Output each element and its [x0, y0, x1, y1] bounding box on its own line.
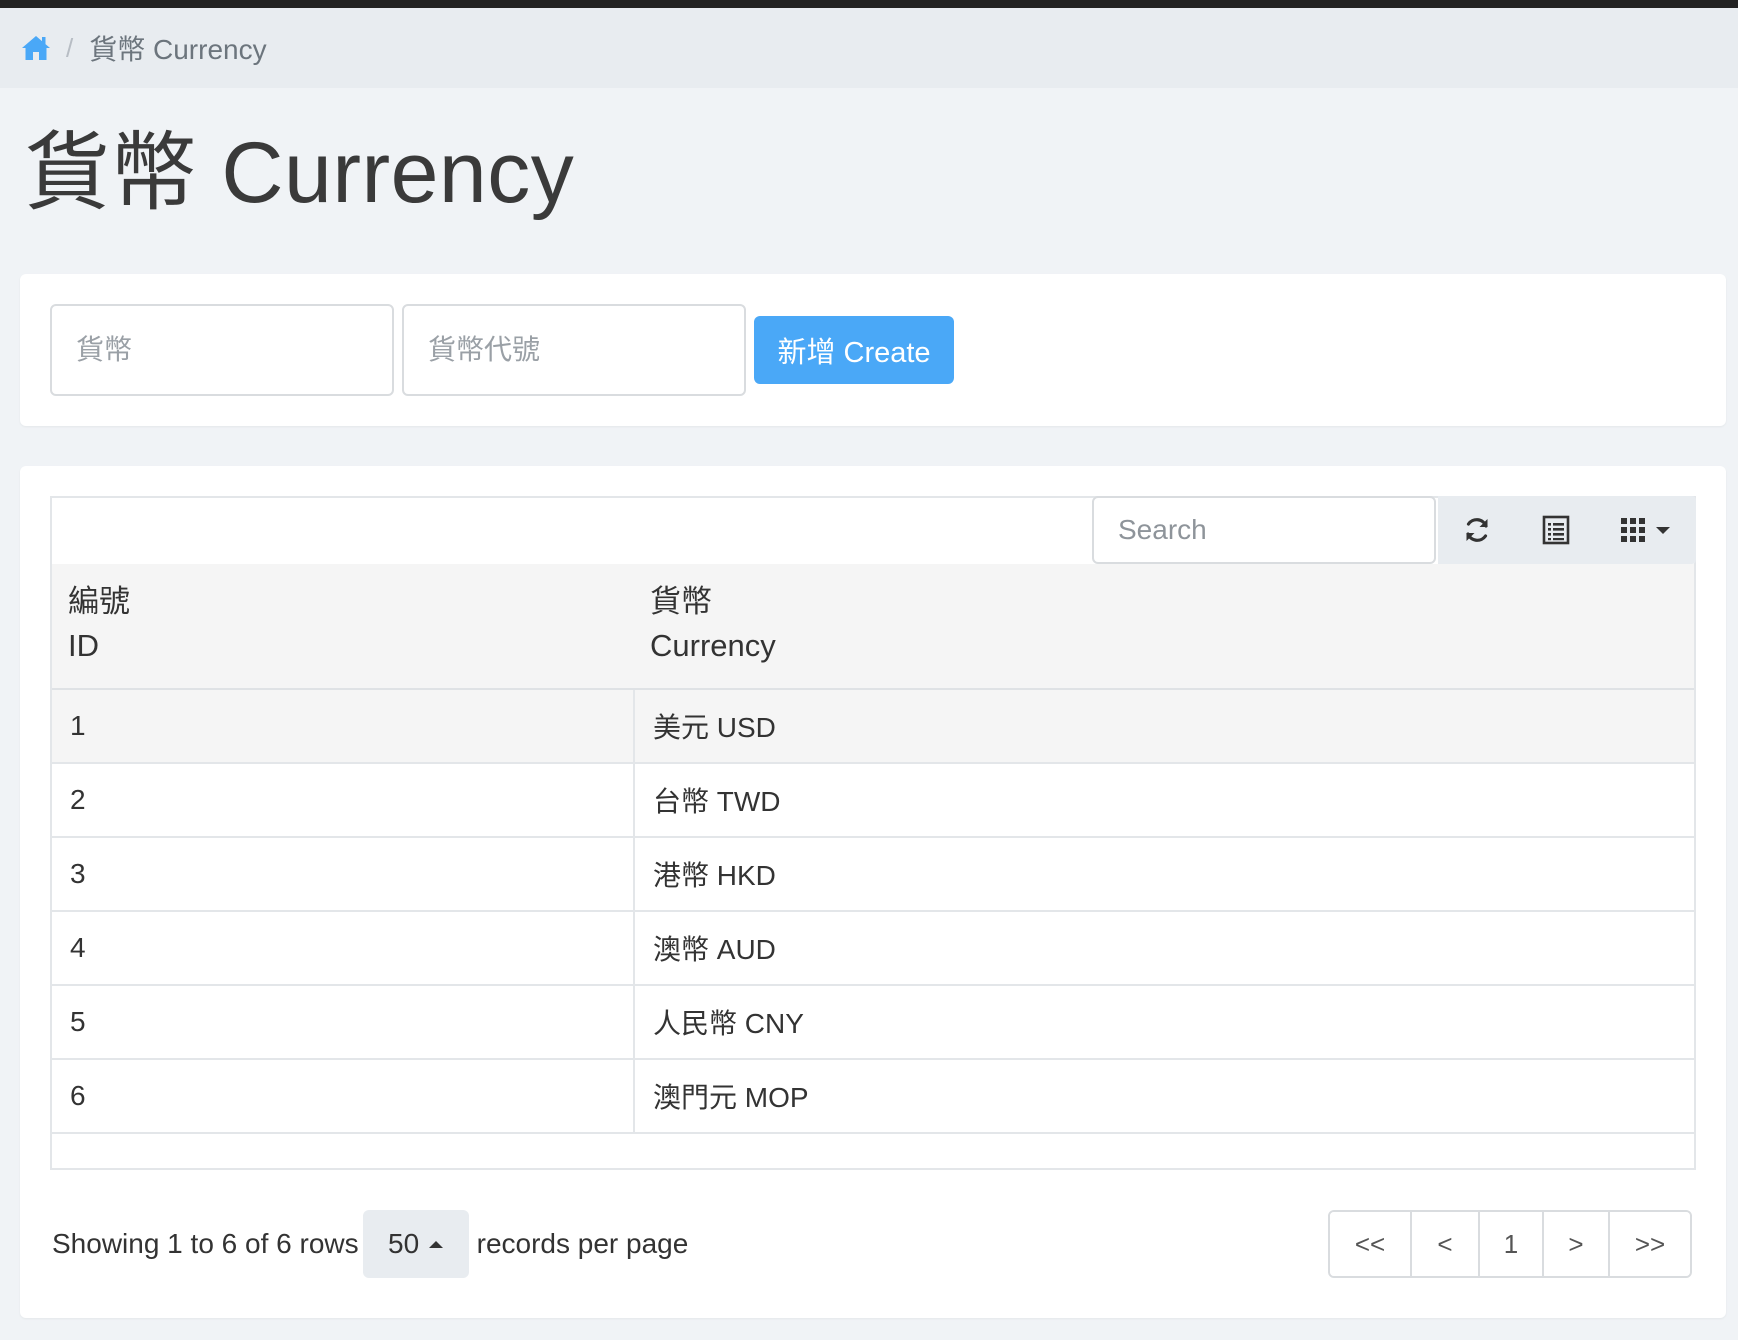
header-currency-zh: 貨幣 — [650, 584, 712, 619]
header-currency-en: Currency — [650, 628, 776, 663]
create-form-card: 新增 Create — [20, 274, 1726, 426]
page-title: 貨幣 Currency — [24, 125, 575, 221]
caret-up-icon — [429, 1240, 444, 1248]
cell-id: 5 — [52, 985, 635, 1060]
create-button[interactable]: 新增 Create — [754, 316, 954, 384]
page-1-button[interactable]: 1 — [1480, 1212, 1544, 1276]
table-row[interactable]: 4 澳幣 AUD — [52, 911, 1694, 986]
header-id-zh: 編號 — [68, 584, 130, 619]
showing-rows-text: Showing 1 to 6 of 6 rows — [52, 1228, 359, 1259]
home-icon[interactable] — [20, 32, 52, 64]
last-page-button[interactable]: >> — [1610, 1212, 1690, 1276]
currency-code-input[interactable] — [402, 304, 746, 396]
page-size-dropdown[interactable]: 50 — [362, 1210, 469, 1278]
page-size-value: 50 — [388, 1228, 420, 1259]
table-row[interactable]: 3 港幣 HKD — [52, 837, 1694, 912]
cell-id: 3 — [52, 837, 635, 912]
refresh-icon — [1466, 518, 1488, 542]
table-row[interactable]: 1 美元 USD — [52, 689, 1694, 764]
list-view-button[interactable] — [1516, 496, 1596, 564]
cell-currency: 港幣 HKD — [634, 837, 1694, 912]
cell-currency: 人民幣 CNY — [634, 985, 1694, 1060]
column-header-id[interactable]: 編號 ID — [52, 564, 634, 690]
first-page-button[interactable]: << — [1330, 1212, 1412, 1276]
cell-id: 1 — [52, 689, 635, 764]
search-input[interactable] — [1092, 496, 1436, 564]
records-per-page-label: records per page — [476, 1228, 689, 1259]
currency-input[interactable] — [50, 304, 394, 396]
table-row[interactable]: 5 人民幣 CNY — [52, 985, 1694, 1060]
table-row[interactable]: 6 澳門元 MOP — [52, 1059, 1694, 1134]
list-view-icon — [1542, 515, 1570, 545]
prev-page-button[interactable]: < — [1412, 1212, 1480, 1276]
cell-id: 6 — [52, 1059, 635, 1134]
header-id-en: ID — [68, 628, 99, 663]
cell-currency: 台幣 TWD — [634, 763, 1694, 838]
cell-currency: 美元 USD — [634, 689, 1694, 764]
pagination-info: Showing 1 to 6 of 6 rows 50 records per … — [52, 1210, 688, 1278]
breadcrumb: / 貨幣 Currency — [0, 8, 1738, 88]
currency-table: 編號 ID 貨幣 Currency 1 美元 USD 2 台幣 TWD 3 港幣… — [52, 564, 1694, 1134]
table-toolbar — [1438, 496, 1696, 564]
columns-button[interactable] — [1596, 496, 1696, 564]
breadcrumb-separator: / — [66, 32, 74, 63]
column-header-currency[interactable]: 貨幣 Currency — [634, 564, 1694, 690]
cell-id: 2 — [52, 763, 635, 838]
pagination: << < 1 > >> — [1328, 1210, 1692, 1278]
table-header-row: 編號 ID 貨幣 Currency — [52, 564, 1694, 690]
cell-id: 4 — [52, 911, 635, 986]
table-card: 編號 ID 貨幣 Currency 1 美元 USD 2 台幣 TWD 3 港幣… — [20, 466, 1726, 1318]
caret-down-icon — [1656, 527, 1670, 534]
breadcrumb-current: 貨幣 Currency — [89, 34, 267, 65]
cell-currency: 澳幣 AUD — [634, 911, 1694, 986]
top-bar — [0, 0, 1738, 8]
columns-icon — [1621, 518, 1645, 542]
refresh-button[interactable] — [1438, 496, 1516, 564]
cell-currency: 澳門元 MOP — [634, 1059, 1694, 1134]
table-row[interactable]: 2 台幣 TWD — [52, 763, 1694, 838]
next-page-button[interactable]: > — [1544, 1212, 1610, 1276]
